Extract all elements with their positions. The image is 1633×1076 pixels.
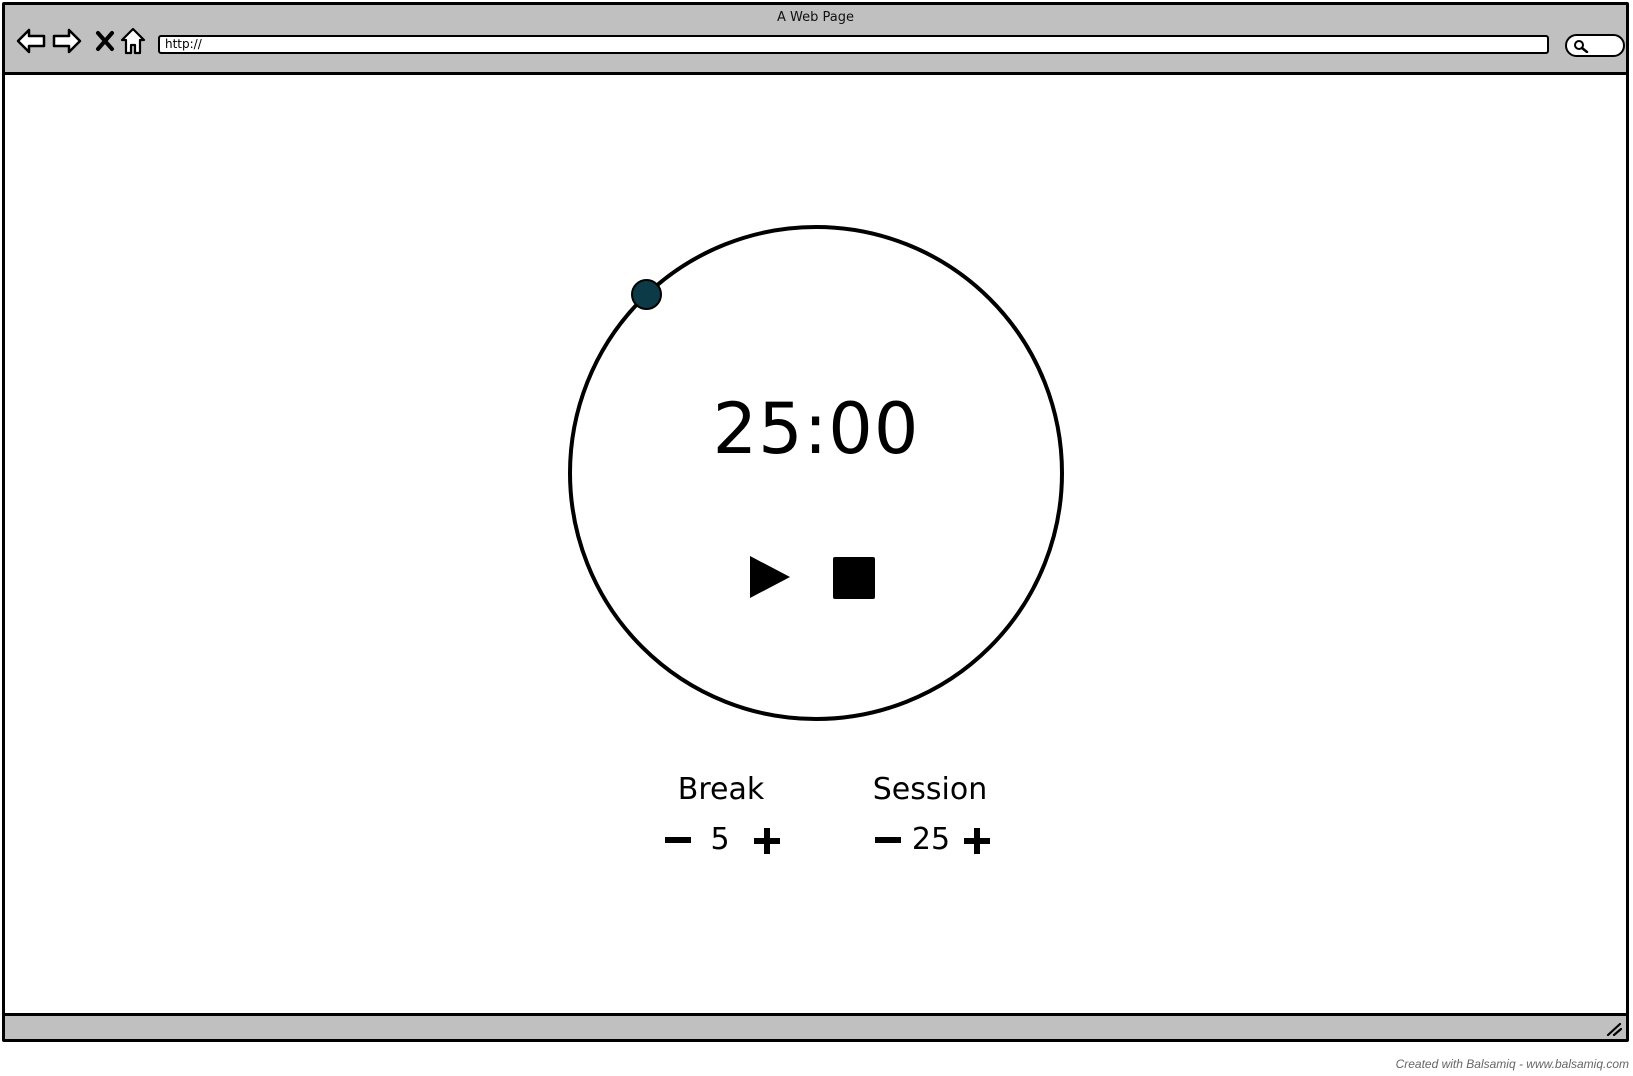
browser-statusbar	[5, 1013, 1626, 1039]
session-value: 25	[911, 822, 951, 857]
plus-icon	[754, 828, 780, 854]
resize-grip-icon[interactable]	[1606, 1022, 1622, 1036]
browser-titlebar: A Web Page http://	[5, 5, 1626, 75]
break-increment-button[interactable]	[752, 826, 782, 856]
address-bar[interactable]: http://	[158, 35, 1549, 54]
search-icon	[1574, 40, 1589, 53]
home-button[interactable]	[117, 25, 149, 57]
minus-icon	[665, 837, 691, 843]
session-increment-button[interactable]	[962, 826, 992, 856]
window-title: A Web Page	[777, 10, 854, 25]
plus-icon	[964, 828, 990, 854]
break-value: 5	[710, 822, 730, 857]
break-label: Break	[677, 772, 765, 807]
break-decrement-button[interactable]	[663, 826, 693, 856]
play-button[interactable]	[748, 554, 792, 600]
session-decrement-button[interactable]	[873, 826, 903, 856]
search-button[interactable]	[1565, 34, 1625, 57]
close-icon	[96, 31, 114, 51]
stop-button[interactable]	[833, 557, 875, 599]
forward-arrow-icon	[52, 28, 82, 54]
session-label: Session	[872, 772, 988, 807]
back-arrow-icon	[16, 28, 46, 54]
home-icon	[120, 27, 146, 55]
play-icon	[750, 556, 790, 598]
progress-knob[interactable]	[631, 279, 662, 310]
time-display: 25:00	[712, 388, 920, 470]
forward-button[interactable]	[51, 25, 83, 57]
balsamiq-credit: Created with Balsamiq - www.balsamiq.com	[1395, 1057, 1629, 1071]
back-button[interactable]	[15, 25, 47, 57]
minus-icon	[875, 837, 901, 843]
